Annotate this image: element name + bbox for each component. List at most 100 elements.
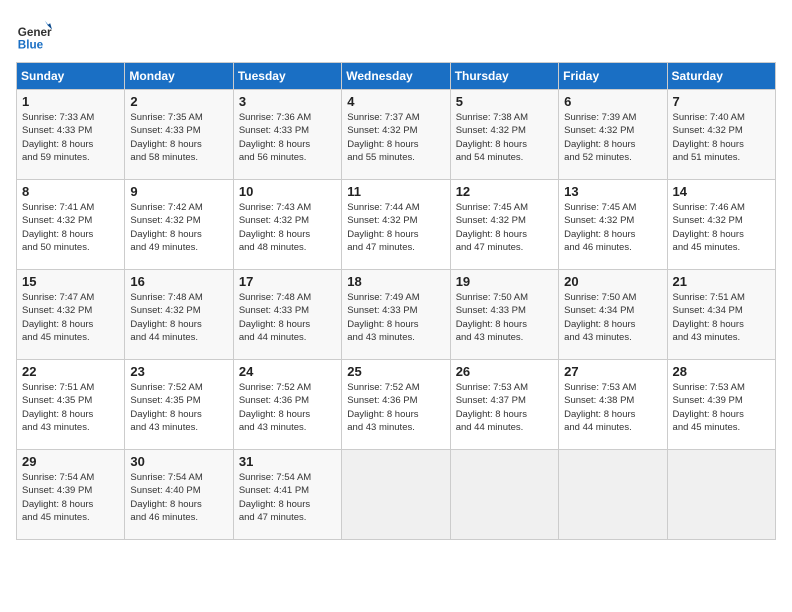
day-info: Sunrise: 7:38 AM Sunset: 4:32 PM Dayligh… bbox=[456, 111, 553, 164]
day-info: Sunrise: 7:35 AM Sunset: 4:33 PM Dayligh… bbox=[130, 111, 227, 164]
logo: General Blue bbox=[16, 16, 56, 52]
weekday-header-sunday: Sunday bbox=[17, 63, 125, 90]
weekday-header-thursday: Thursday bbox=[450, 63, 558, 90]
calendar-cell: 26 Sunrise: 7:53 AM Sunset: 4:37 PM Dayli… bbox=[450, 360, 558, 450]
day-info: Sunrise: 7:42 AM Sunset: 4:32 PM Dayligh… bbox=[130, 201, 227, 254]
day-number: 3 bbox=[239, 94, 336, 109]
calendar-cell: 6Sunrise: 7:39 AM Sunset: 4:32 PM Daylig… bbox=[559, 90, 667, 180]
calendar-cell: 29 Sunrise: 7:54 AM Sunset: 4:39 PM Dayli… bbox=[17, 450, 125, 540]
calendar-cell: 19Sunrise: 7:50 AM Sunset: 4:33 PM Dayli… bbox=[450, 270, 558, 360]
day-info: Sunrise: 7:39 AM Sunset: 4:32 PM Dayligh… bbox=[564, 111, 661, 164]
day-number: 1 bbox=[22, 94, 119, 109]
day-number: 4 bbox=[347, 94, 444, 109]
day-number: 17 bbox=[239, 274, 336, 289]
day-number: 7 bbox=[673, 94, 770, 109]
day-info: Sunrise: 7:44 AM Sunset: 4:32 PM Dayligh… bbox=[347, 201, 444, 254]
day-number: 28 bbox=[673, 364, 770, 379]
day-number: 18 bbox=[347, 274, 444, 289]
calendar-cell: 8 Sunrise: 7:41 AM Sunset: 4:32 PM Daylig… bbox=[17, 180, 125, 270]
calendar-cell: 3 Sunrise: 7:36 AM Sunset: 4:33 PM Daylig… bbox=[233, 90, 341, 180]
calendar-week-3: 15Sunrise: 7:47 AM Sunset: 4:32 PM Dayli… bbox=[17, 270, 776, 360]
day-number: 25 bbox=[347, 364, 444, 379]
day-info: Sunrise: 7:51 AM Sunset: 4:35 PM Dayligh… bbox=[22, 381, 119, 434]
day-info: Sunrise: 7:43 AM Sunset: 4:32 PM Dayligh… bbox=[239, 201, 336, 254]
day-number: 9 bbox=[130, 184, 227, 199]
day-number: 10 bbox=[239, 184, 336, 199]
calendar-cell: 4 Sunrise: 7:37 AM Sunset: 4:32 PM Daylig… bbox=[342, 90, 450, 180]
svg-text:General: General bbox=[18, 26, 52, 39]
calendar-cell bbox=[559, 450, 667, 540]
day-info: Sunrise: 7:33 AM Sunset: 4:33 PM Dayligh… bbox=[22, 111, 119, 164]
day-info: Sunrise: 7:52 AM Sunset: 4:35 PM Dayligh… bbox=[130, 381, 227, 434]
day-number: 30 bbox=[130, 454, 227, 469]
calendar-cell: 27 Sunrise: 7:53 AM Sunset: 4:38 PM Dayli… bbox=[559, 360, 667, 450]
weekday-header-row: SundayMondayTuesdayWednesdayThursdayFrid… bbox=[17, 63, 776, 90]
day-info: Sunrise: 7:54 AM Sunset: 4:39 PM Dayligh… bbox=[22, 471, 119, 524]
calendar-cell: 13 Sunrise: 7:45 AM Sunset: 4:32 PM Dayli… bbox=[559, 180, 667, 270]
day-number: 21 bbox=[673, 274, 770, 289]
day-info: Sunrise: 7:54 AM Sunset: 4:40 PM Dayligh… bbox=[130, 471, 227, 524]
day-number: 23 bbox=[130, 364, 227, 379]
day-info: Sunrise: 7:45 AM Sunset: 4:32 PM Dayligh… bbox=[456, 201, 553, 254]
calendar-cell: 5 Sunrise: 7:38 AM Sunset: 4:32 PM Daylig… bbox=[450, 90, 558, 180]
calendar-cell: 28Sunrise: 7:53 AM Sunset: 4:39 PM Dayli… bbox=[667, 360, 775, 450]
day-info: Sunrise: 7:53 AM Sunset: 4:38 PM Dayligh… bbox=[564, 381, 661, 434]
day-number: 26 bbox=[456, 364, 553, 379]
day-number: 12 bbox=[456, 184, 553, 199]
day-info: Sunrise: 7:48 AM Sunset: 4:33 PM Dayligh… bbox=[239, 291, 336, 344]
weekday-header-wednesday: Wednesday bbox=[342, 63, 450, 90]
weekday-header-friday: Friday bbox=[559, 63, 667, 90]
day-info: Sunrise: 7:53 AM Sunset: 4:37 PM Dayligh… bbox=[456, 381, 553, 434]
calendar-week-2: 8 Sunrise: 7:41 AM Sunset: 4:32 PM Daylig… bbox=[17, 180, 776, 270]
day-number: 20 bbox=[564, 274, 661, 289]
day-info: Sunrise: 7:46 AM Sunset: 4:32 PM Dayligh… bbox=[673, 201, 770, 254]
day-number: 5 bbox=[456, 94, 553, 109]
calendar-cell: 14 Sunrise: 7:46 AM Sunset: 4:32 PM Dayli… bbox=[667, 180, 775, 270]
calendar-cell: 12 Sunrise: 7:45 AM Sunset: 4:32 PM Dayli… bbox=[450, 180, 558, 270]
day-number: 8 bbox=[22, 184, 119, 199]
day-number: 11 bbox=[347, 184, 444, 199]
calendar-cell: 16 Sunrise: 7:48 AM Sunset: 4:32 PM Dayli… bbox=[125, 270, 233, 360]
day-info: Sunrise: 7:37 AM Sunset: 4:32 PM Dayligh… bbox=[347, 111, 444, 164]
day-number: 29 bbox=[22, 454, 119, 469]
calendar-body: 1 Sunrise: 7:33 AM Sunset: 4:33 PM Daylig… bbox=[17, 90, 776, 540]
day-info: Sunrise: 7:48 AM Sunset: 4:32 PM Dayligh… bbox=[130, 291, 227, 344]
day-number: 27 bbox=[564, 364, 661, 379]
calendar-cell: 18 Sunrise: 7:49 AM Sunset: 4:33 PM Dayli… bbox=[342, 270, 450, 360]
day-info: Sunrise: 7:40 AM Sunset: 4:32 PM Dayligh… bbox=[673, 111, 770, 164]
calendar-cell bbox=[342, 450, 450, 540]
header: General Blue bbox=[16, 16, 776, 52]
logo-icon: General Blue bbox=[16, 16, 52, 52]
day-info: Sunrise: 7:52 AM Sunset: 4:36 PM Dayligh… bbox=[239, 381, 336, 434]
calendar-cell: 17 Sunrise: 7:48 AM Sunset: 4:33 PM Dayli… bbox=[233, 270, 341, 360]
calendar-cell: 9 Sunrise: 7:42 AM Sunset: 4:32 PM Daylig… bbox=[125, 180, 233, 270]
day-info: Sunrise: 7:54 AM Sunset: 4:41 PM Dayligh… bbox=[239, 471, 336, 524]
day-number: 13 bbox=[564, 184, 661, 199]
day-info: Sunrise: 7:36 AM Sunset: 4:33 PM Dayligh… bbox=[239, 111, 336, 164]
day-number: 22 bbox=[22, 364, 119, 379]
calendar-cell bbox=[667, 450, 775, 540]
calendar-table: SundayMondayTuesdayWednesdayThursdayFrid… bbox=[16, 62, 776, 540]
calendar-cell: 20 Sunrise: 7:50 AM Sunset: 4:34 PM Dayli… bbox=[559, 270, 667, 360]
day-info: Sunrise: 7:45 AM Sunset: 4:32 PM Dayligh… bbox=[564, 201, 661, 254]
calendar-cell: 23 Sunrise: 7:52 AM Sunset: 4:35 PM Dayli… bbox=[125, 360, 233, 450]
weekday-header-tuesday: Tuesday bbox=[233, 63, 341, 90]
calendar-cell: 22 Sunrise: 7:51 AM Sunset: 4:35 PM Dayli… bbox=[17, 360, 125, 450]
day-info: Sunrise: 7:51 AM Sunset: 4:34 PM Dayligh… bbox=[673, 291, 770, 344]
day-info: Sunrise: 7:52 AM Sunset: 4:36 PM Dayligh… bbox=[347, 381, 444, 434]
calendar-cell: 30 Sunrise: 7:54 AM Sunset: 4:40 PM Dayli… bbox=[125, 450, 233, 540]
day-info: Sunrise: 7:50 AM Sunset: 4:34 PM Dayligh… bbox=[564, 291, 661, 344]
calendar-cell: 25 Sunrise: 7:52 AM Sunset: 4:36 PM Dayli… bbox=[342, 360, 450, 450]
calendar-cell: 2 Sunrise: 7:35 AM Sunset: 4:33 PM Daylig… bbox=[125, 90, 233, 180]
calendar-cell: 24Sunrise: 7:52 AM Sunset: 4:36 PM Dayli… bbox=[233, 360, 341, 450]
svg-text:Blue: Blue bbox=[18, 38, 44, 51]
day-number: 31 bbox=[239, 454, 336, 469]
day-number: 16 bbox=[130, 274, 227, 289]
day-info: Sunrise: 7:49 AM Sunset: 4:33 PM Dayligh… bbox=[347, 291, 444, 344]
day-number: 15 bbox=[22, 274, 119, 289]
calendar-cell: 31 Sunrise: 7:54 AM Sunset: 4:41 PM Dayli… bbox=[233, 450, 341, 540]
day-number: 14 bbox=[673, 184, 770, 199]
day-number: 2 bbox=[130, 94, 227, 109]
day-info: Sunrise: 7:41 AM Sunset: 4:32 PM Dayligh… bbox=[22, 201, 119, 254]
calendar-week-5: 29 Sunrise: 7:54 AM Sunset: 4:39 PM Dayli… bbox=[17, 450, 776, 540]
